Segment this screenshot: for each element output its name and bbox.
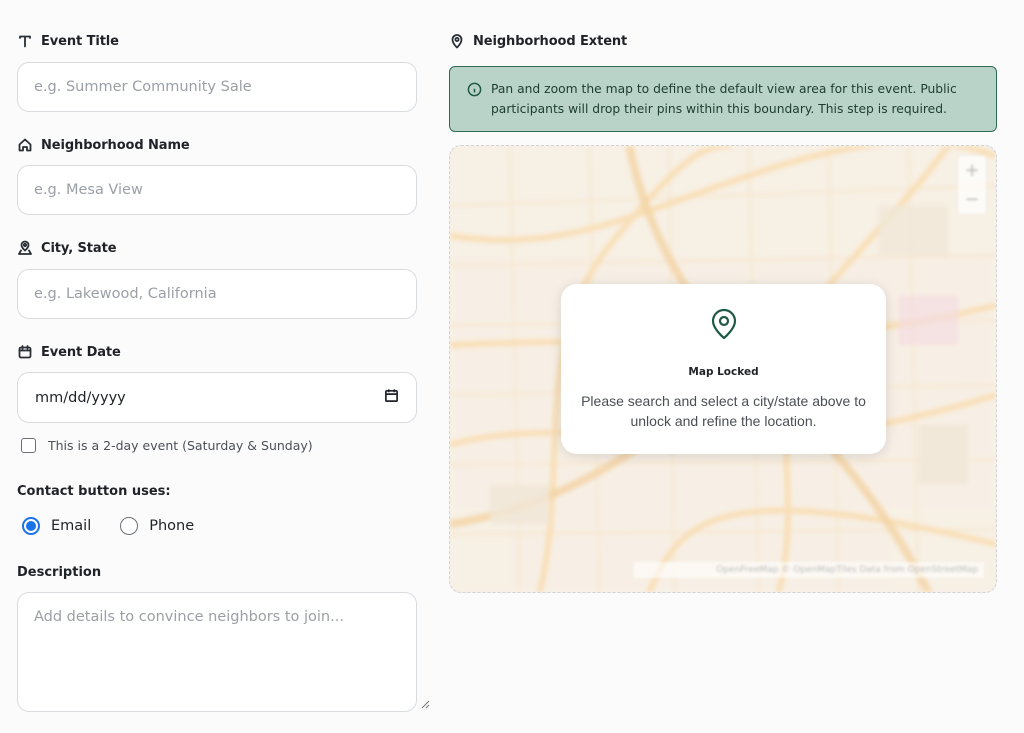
event-date-label: Event Date	[17, 344, 121, 360]
event-date-value: mm/dd/yyyy	[35, 389, 126, 406]
description-textarea[interactable]	[17, 592, 417, 712]
calendar-icon	[17, 344, 33, 360]
map-zoom-controls[interactable]: + −	[958, 156, 986, 214]
email-radio-label: Email	[51, 518, 92, 534]
event-title-input[interactable]	[17, 62, 417, 112]
map-view[interactable]: + − OpenFreeMap © OpenMapTiles Data from…	[449, 145, 997, 593]
info-icon	[467, 79, 482, 101]
description-label: Description	[17, 565, 102, 580]
map-pin-icon	[449, 33, 465, 49]
two-day-event-checkbox[interactable]	[21, 438, 36, 453]
extent-info-banner: Pan and zoom the map to define the defau…	[449, 66, 997, 132]
extent-info-text: Pan and zoom the map to define the defau…	[491, 82, 957, 116]
two-day-event-label: This is a 2-day event (Saturday & Sunday…	[48, 438, 313, 453]
neighborhood-name-input[interactable]	[17, 165, 417, 215]
event-date-input[interactable]: mm/dd/yyyy	[17, 372, 417, 423]
zoom-in-button[interactable]: +	[958, 156, 986, 185]
map-locked-card: Map Locked Please search and select a ci…	[561, 284, 886, 454]
map-attribution: OpenFreeMap © OpenMapTiles Data from Ope…	[634, 562, 984, 578]
neighborhood-extent-label: Neighborhood Extent	[449, 33, 627, 49]
map-locked-message: Please search and select a city/state ab…	[581, 393, 866, 429]
home-icon	[17, 137, 33, 153]
contact-method-label: Contact button uses:	[17, 484, 171, 499]
event-title-label: Event Title	[17, 33, 119, 49]
two-day-event-option[interactable]: This is a 2-day event (Saturday & Sunday…	[21, 438, 313, 453]
neighborhood-name-label: Neighborhood Name	[17, 137, 190, 153]
phone-radio-label: Phone	[149, 518, 195, 534]
email-radio[interactable]	[22, 517, 40, 535]
phone-radio[interactable]	[120, 517, 139, 535]
map-pin-area-icon	[17, 240, 33, 256]
resize-handle-icon[interactable]	[421, 700, 430, 709]
city-state-label: City, State	[17, 240, 117, 256]
text-type-icon	[17, 33, 33, 49]
zoom-out-button[interactable]: −	[958, 185, 986, 214]
city-state-input[interactable]	[17, 269, 417, 319]
location-pin-icon	[710, 308, 738, 340]
contact-method-group: Email Phone	[22, 517, 194, 535]
calendar-picker-icon[interactable]	[384, 388, 399, 407]
map-locked-title: Map Locked	[688, 366, 759, 378]
